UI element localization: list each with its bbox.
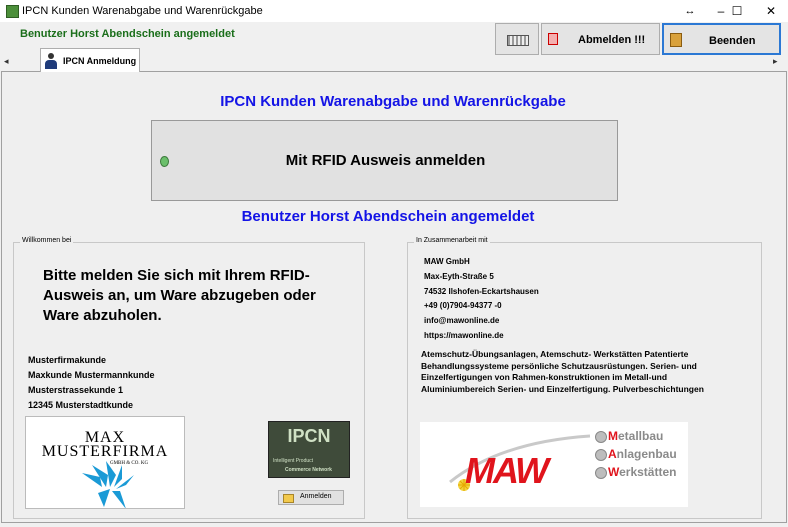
title-bar: IPCN Kunden Warenabgabe und Warenrückgab… bbox=[0, 0, 788, 22]
tab-label: IPCN Anmeldung bbox=[63, 56, 137, 66]
maw-bullet-icon bbox=[595, 449, 607, 461]
contact-line: +49 (0)7904-94377 -0 bbox=[424, 301, 502, 310]
address-line: Musterfirmakunde bbox=[28, 355, 107, 365]
page-title: IPCN Kunden Warenabgabe und Warenrückgab… bbox=[220, 93, 566, 110]
maw-logo: MAW Metallbau Anlagenbau Werkstätten bbox=[420, 422, 688, 507]
logout-button[interactable]: Abmelden !!! bbox=[541, 23, 660, 55]
ipcn-logo-tag2: Commerce Network bbox=[285, 467, 332, 473]
logout-label: Abmelden !!! bbox=[578, 34, 646, 46]
contact-line: https://mawonline.de bbox=[424, 331, 504, 340]
keyboard-button[interactable] bbox=[495, 23, 539, 55]
logged-in-banner: Benutzer Horst Abendschein angemeldet bbox=[241, 208, 535, 225]
contact-line: info@mawonline.de bbox=[424, 316, 500, 325]
maw-line-metallbau: Metallbau bbox=[608, 429, 664, 443]
rfid-login-label: Mit RFID Ausweis anmelden bbox=[285, 152, 486, 169]
partner-legend: In Zusammenarbeit mit bbox=[414, 237, 490, 244]
address-line: Musterstrassekunde 1 bbox=[28, 385, 124, 395]
maximize-button[interactable]: ☐ bbox=[722, 0, 752, 22]
ipcn-logo-tag1: Intelligent Product bbox=[273, 458, 314, 464]
maw-line-anlagenbau: Anlagenbau bbox=[608, 447, 677, 461]
partner-description: Atemschutz-Übungsanlagen, Atemschutz- We… bbox=[421, 349, 704, 394]
logout-icon bbox=[548, 33, 558, 45]
maw-logo-word: MAW bbox=[465, 450, 549, 491]
window-title: IPCN Kunden Warenabgabe und Warenrückgab… bbox=[22, 5, 263, 17]
company-logo: MAX MUSTERFIRMA GMBH & CO. KG bbox=[25, 416, 185, 509]
maw-bullet-icon bbox=[595, 431, 607, 443]
address-line: Maxkunde Mustermannkunde bbox=[28, 370, 155, 380]
exit-label: Beenden bbox=[709, 35, 756, 47]
ipcn-login-button[interactable]: Anmelden bbox=[278, 490, 344, 505]
rfid-login-button[interactable]: Mit RFID Ausweis anmelden bbox=[151, 120, 618, 201]
login-prompt: Bitte melden Sie sich mit Ihrem RFID-Aus… bbox=[43, 267, 316, 324]
tab-scroll-right-icon[interactable]: ▸ bbox=[773, 56, 778, 67]
login-icon bbox=[283, 494, 294, 503]
ipcn-login-label: Anmelden bbox=[300, 493, 332, 500]
maw-line-werkstaetten: Werkstätten bbox=[608, 465, 677, 479]
contact-line: MAW GmbH bbox=[424, 257, 470, 266]
maw-bullet-icon bbox=[595, 467, 607, 479]
address-line: 12345 Musterstadtkunde bbox=[28, 400, 134, 410]
logged-in-status: Benutzer Horst Abendschein angemeldet bbox=[20, 28, 235, 40]
exit-door-icon bbox=[670, 33, 682, 47]
user-icon bbox=[44, 53, 58, 69]
contact-line: Max-Eyth-Straße 5 bbox=[424, 272, 494, 281]
company-logo-graphic bbox=[82, 461, 134, 508]
tab-scroll-left-icon[interactable]: ◂ bbox=[4, 56, 9, 67]
resize-icon[interactable]: ↔ bbox=[682, 0, 698, 22]
welcome-legend: Willkommen bei bbox=[20, 237, 74, 244]
close-button[interactable]: ✕ bbox=[756, 0, 786, 22]
keyboard-icon bbox=[507, 35, 529, 46]
exit-button[interactable]: Beenden bbox=[662, 23, 781, 55]
tab-ipcn-anmeldung[interactable]: IPCN Anmeldung bbox=[40, 48, 140, 72]
ipcn-logo: IPCN Intelligent Product Commerce Networ… bbox=[268, 421, 350, 478]
app-icon bbox=[6, 5, 19, 18]
contact-line: 74532 Ilshofen-Eckartshausen bbox=[424, 287, 539, 296]
ipcn-logo-name: IPCN bbox=[287, 426, 331, 446]
